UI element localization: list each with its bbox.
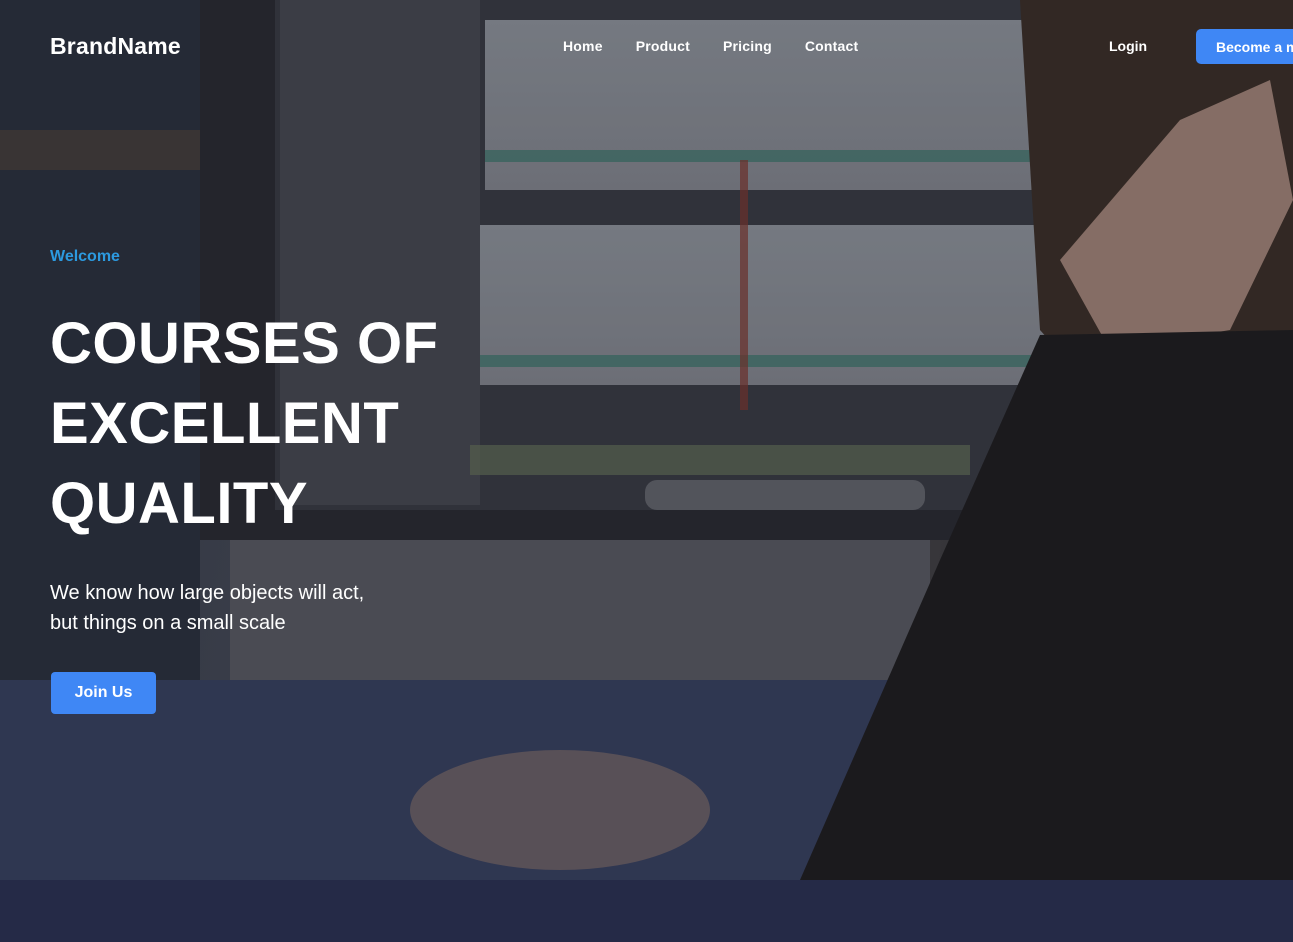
login-link[interactable]: Login — [1109, 38, 1147, 54]
nav-contact[interactable]: Contact — [805, 38, 859, 54]
join-us-button[interactable]: Join Us — [51, 672, 156, 714]
hero-headline: COURSES OF EXCELLENT QUALITY — [50, 304, 439, 544]
become-member-button[interactable]: Become a member — [1196, 29, 1293, 64]
nav-product[interactable]: Product — [636, 38, 690, 54]
subtitle-line-1: We know how large objects will act, — [50, 582, 365, 604]
hero-subtitle: We know how large objects will act, but … — [50, 578, 364, 638]
main-nav: Home Product Pricing Contact — [563, 38, 891, 54]
headline-line-2: EXCELLENT — [50, 391, 400, 456]
headline-line-1: COURSES OF — [50, 311, 439, 376]
nav-home[interactable]: Home — [563, 38, 603, 54]
subtitle-line-2: but things on a small scale — [50, 612, 286, 634]
headline-line-3: QUALITY — [50, 471, 309, 536]
footer-band — [0, 880, 1293, 942]
hero-eyebrow: Welcome — [50, 248, 120, 265]
nav-pricing[interactable]: Pricing — [723, 38, 772, 54]
brand-logo[interactable]: BrandName — [50, 33, 181, 60]
